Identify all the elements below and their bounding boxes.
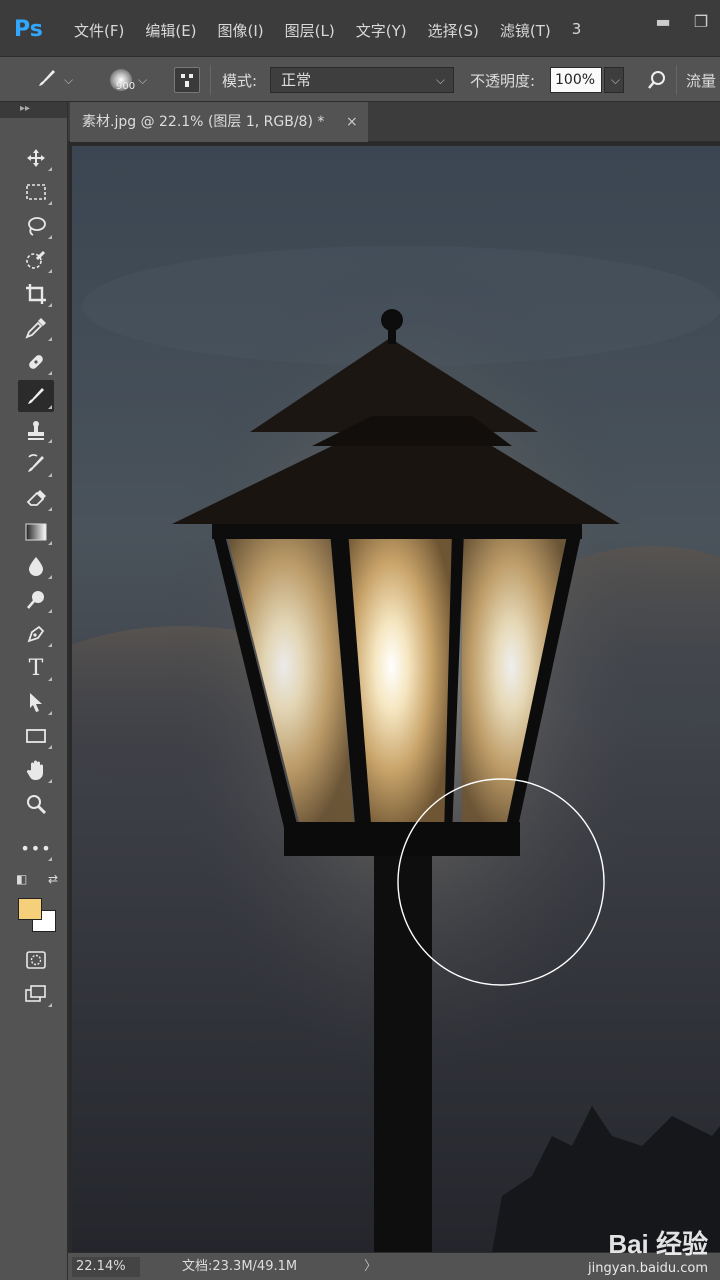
eraser-icon[interactable] [18, 482, 54, 514]
screen-mode-icon[interactable] [18, 978, 54, 1010]
default-colors-icon[interactable]: ◧ [16, 872, 27, 890]
path-select-icon[interactable] [18, 686, 54, 718]
eyedropper-icon[interactable] [18, 312, 54, 344]
baidu-url: jingyan.baidu.com [588, 1261, 708, 1276]
document-info: 文档:23.3M/49.1M [182, 1259, 298, 1274]
street-lamp-image[interactable] [72, 146, 720, 1252]
history-brush-icon[interactable] [18, 448, 54, 480]
baidu-watermark: Bai 经验 jingyan.baidu.com [588, 1224, 708, 1276]
menu-select[interactable]: 选择(S) [428, 20, 479, 41]
pen-icon[interactable] [18, 618, 54, 650]
rectangle-icon[interactable] [18, 720, 54, 752]
options-bar: ⌵ ⌵ 900 模式: 正常 ⌵ 不透明度: 100% ⌵ 流量 [0, 56, 720, 102]
minimize-button[interactable]: ▬ [644, 0, 682, 42]
menu-items: 文件(F) 编辑(E) 图像(I) 图层(L) 文字(Y) 选择(S) 滤镜(T… [74, 20, 602, 41]
baidu-logo: Bai 经验 [608, 1229, 708, 1259]
brush-panel-icon [181, 74, 193, 87]
blend-mode-select[interactable]: 正常 ⌵ [270, 67, 454, 93]
tool-preset-picker[interactable]: ⌵ [36, 57, 76, 103]
document-tab[interactable]: 素材.jpg @ 22.1% (图层 1, RGB/8) * [70, 102, 368, 142]
photoshop-logo: Ps [14, 17, 43, 42]
clone-stamp-icon[interactable] [18, 414, 54, 446]
divider [210, 65, 211, 95]
opacity-dropdown[interactable]: ⌵ [604, 67, 624, 93]
menu-bar: Ps 文件(F) 编辑(E) 图像(I) 图层(L) 文字(Y) 选择(S) 滤… [0, 0, 720, 56]
type-icon[interactable]: T [18, 652, 54, 684]
brush-panel-toggle[interactable] [174, 67, 200, 93]
chevron-down-icon: ⌵ [610, 73, 620, 87]
brush-preset-picker[interactable]: ⌵ [110, 57, 160, 103]
menu-image[interactable]: 图像(I) [218, 20, 264, 41]
opacity-label: 不透明度: [470, 71, 536, 90]
menu-layer[interactable]: 图层(L) [285, 20, 335, 41]
divider [676, 65, 677, 95]
status-menu-arrow[interactable]: 〉 [364, 1257, 377, 1277]
brush-icon [36, 67, 58, 93]
flow-label: 流量 [686, 71, 717, 90]
document-tab-bar: 素材.jpg @ 22.1% (图层 1, RGB/8) * × [68, 102, 720, 142]
restore-button[interactable]: ❐ [682, 0, 720, 42]
zoom-level[interactable]: 22.14% [72, 1257, 140, 1277]
menu-edit[interactable]: 编辑(E) [145, 20, 196, 41]
lasso-icon[interactable] [18, 210, 54, 242]
chevron-down-icon: ⌵ [435, 73, 445, 87]
chevron-down-icon: ⌵ [138, 72, 148, 87]
quick-select-icon[interactable] [18, 244, 54, 276]
quick-mask-icon[interactable] [18, 944, 54, 976]
hand-icon[interactable] [18, 754, 54, 786]
close-icon[interactable]: × [346, 102, 358, 142]
canvas-area[interactable] [68, 142, 720, 1252]
zoom-icon[interactable] [18, 788, 54, 820]
blur-icon[interactable] [18, 550, 54, 582]
gradient-icon[interactable] [18, 516, 54, 548]
menu-file[interactable]: 文件(F) [74, 20, 124, 41]
menu-3d[interactable]: 3 [572, 20, 582, 41]
pressure-opacity-toggle[interactable] [646, 57, 668, 103]
mode-label: 模式: [222, 71, 258, 90]
swap-colors-icon[interactable]: ⇄ [48, 872, 58, 890]
opacity-input[interactable]: 100% [550, 67, 602, 93]
foreground-color-swatch[interactable] [18, 898, 42, 920]
status-bar: 22.14% 文档:23.3M/49.1M 〉 Bai 经验 jingyan.b… [68, 1229, 720, 1280]
color-controls: ◧ ⇄ [16, 872, 58, 890]
brush-tool-icon[interactable] [18, 380, 54, 412]
move-icon[interactable] [18, 142, 54, 174]
menu-type[interactable]: 文字(Y) [356, 20, 407, 41]
healing-brush-icon[interactable] [18, 346, 54, 378]
brush-size-label: 900 [116, 81, 136, 92]
chevron-down-icon: ⌵ [64, 72, 74, 87]
crop-icon[interactable] [18, 278, 54, 310]
dodge-icon[interactable] [18, 584, 54, 616]
tools-panel: ▸▸ T ••• ◧ ⇄ [0, 102, 68, 1280]
panel-collapse-icon[interactable]: ▸▸ [0, 102, 67, 118]
menu-filter[interactable]: 滤镜(T) [500, 20, 551, 41]
marquee-icon[interactable] [18, 176, 54, 208]
more-tools-icon[interactable]: ••• [18, 832, 54, 864]
search-icon [648, 71, 665, 89]
window-controls: ▬ ❐ [644, 0, 720, 42]
